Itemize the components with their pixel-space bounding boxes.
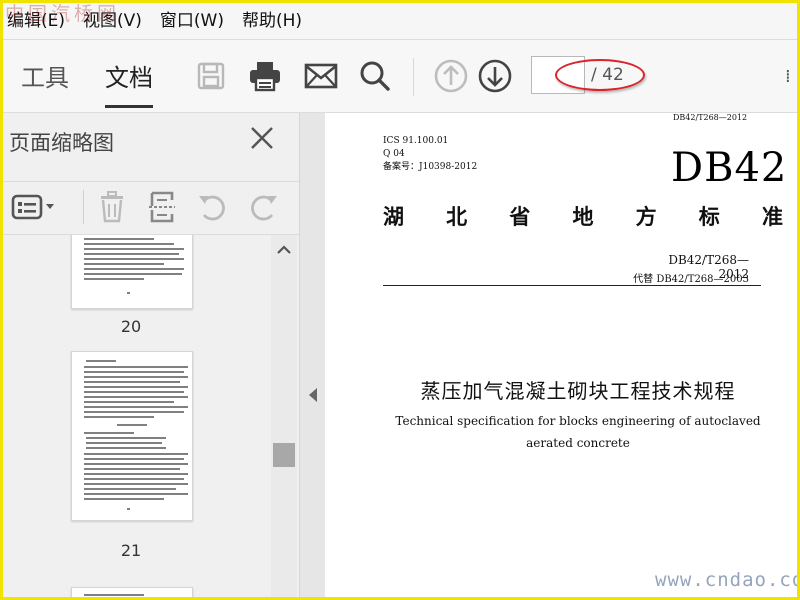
thumbnail-toolbar-divider <box>83 190 84 224</box>
main-toolbar: 工具 文档 / 42 ⁞ <box>3 39 797 113</box>
ics-code: ICS 91.100.01 <box>383 136 449 146</box>
active-tab-indicator <box>105 105 153 108</box>
search-icon[interactable] <box>357 58 393 94</box>
heading-char: 省 <box>509 205 531 229</box>
menu-bar: 编辑(E) 视图(V) 窗口(W) 帮助(H) <box>3 3 797 39</box>
heading-char: 湖 <box>383 205 404 229</box>
standard-mark: DB42 <box>671 145 788 191</box>
thumbnail-page-number: 20 <box>120 317 142 336</box>
thumbnail-panel: 页面缩略图 20 21 <box>3 113 299 597</box>
next-page-icon[interactable] <box>477 58 513 94</box>
delete-page-icon[interactable] <box>95 190 129 224</box>
toolbar-overflow[interactable]: ⁞ <box>785 66 791 87</box>
document-meta: ICS 91.100.01 Q 04 备案号：J10398-2012 <box>383 135 477 174</box>
collapse-panel-icon[interactable] <box>309 388 317 402</box>
previous-page-icon[interactable] <box>433 58 469 94</box>
close-icon[interactable] <box>247 123 277 153</box>
document-page: DB42/T268—2012 ICS 91.100.01 Q 04 备案号：J1… <box>325 113 797 597</box>
save-icon[interactable] <box>193 58 229 94</box>
thumbnail-list[interactable]: 20 21 <box>3 235 271 597</box>
watermark-bottom: www.cndao.com <box>655 569 797 591</box>
thumbnail-page-22[interactable] <box>71 587 193 597</box>
print-icon[interactable] <box>247 58 283 94</box>
tab-document-label: 文档 <box>105 64 153 92</box>
heading-char: 地 <box>572 205 594 229</box>
panel-splitter[interactable] <box>299 113 326 597</box>
title-en-line: aerated concrete <box>526 436 630 450</box>
heading-char: 标 <box>698 205 720 229</box>
toolbar-divider <box>413 58 414 96</box>
thumbnail-page-20[interactable] <box>71 235 193 309</box>
header-rule <box>383 285 761 286</box>
document-header-code: DB42/T268—2012 <box>673 113 748 122</box>
thumbnail-panel-title: 页面缩略图 <box>9 131 114 155</box>
title-en-line: Technical specification for blocks engin… <box>395 414 761 428</box>
email-icon[interactable] <box>303 58 339 94</box>
menu-help[interactable]: 帮助(H) <box>242 3 302 39</box>
replaces-code: 代替 DB42/T268—2003 <box>633 274 749 285</box>
page-number-input[interactable] <box>531 56 585 94</box>
menu-edit[interactable]: 编辑(E) <box>7 3 65 39</box>
thumbnail-page-21[interactable] <box>71 351 193 521</box>
rotate-clockwise-icon[interactable] <box>247 190 281 224</box>
tab-tools[interactable]: 工具 <box>21 58 69 108</box>
app-window: 编辑(E) 视图(V) 窗口(W) 帮助(H) 中国汽桥网 工具 文档 / 42… <box>0 0 800 600</box>
document-title-en: Technical specification for blocks engin… <box>383 410 773 454</box>
menu-view[interactable]: 视图(V) <box>83 3 142 39</box>
page-options-icon[interactable] <box>9 190 57 224</box>
heading-char: 北 <box>446 205 468 229</box>
province-standard-heading: 湖 北 省 地 方 标 准 <box>383 201 783 231</box>
thumbnail-scrollbar[interactable] <box>271 235 297 597</box>
tab-document[interactable]: 文档 <box>105 58 153 108</box>
filing-number: 备案号：J10398-2012 <box>383 162 478 172</box>
thumbnail-toolbar <box>3 181 299 235</box>
heading-char: 准 <box>761 205 783 229</box>
rotate-counterclockwise-icon[interactable] <box>195 190 229 224</box>
scrollbar-thumb[interactable] <box>273 443 295 467</box>
menu-window[interactable]: 窗口(W) <box>160 3 224 39</box>
thumbnail-page-number: 21 <box>120 541 142 560</box>
q-code: Q 04 <box>383 149 405 159</box>
extract-page-icon[interactable] <box>145 190 179 224</box>
document-title-cn: 蒸压加气混凝土砌块工程技术规程 <box>420 379 736 403</box>
page-total-count: / 42 <box>591 65 624 85</box>
chevron-up-icon[interactable] <box>275 241 293 259</box>
heading-char: 方 <box>635 205 657 229</box>
